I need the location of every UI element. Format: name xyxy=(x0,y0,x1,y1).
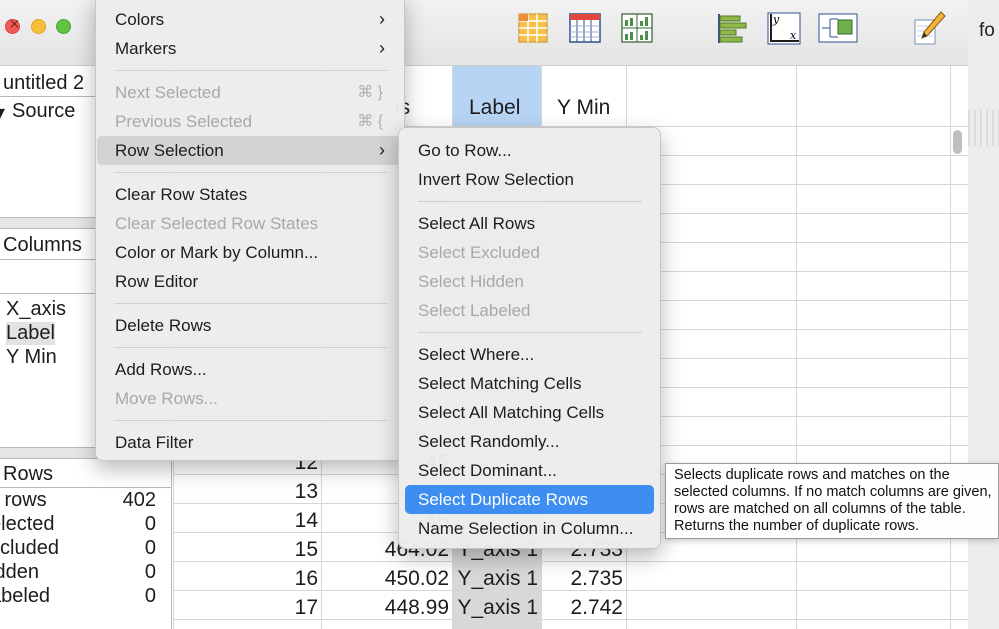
table-icon[interactable] xyxy=(567,10,603,46)
rows-menu: Colors › Markers › Next Selected ⌘ } Previo… xyxy=(95,0,405,461)
menu-item-clear-selected-row-states: Clear Selected Row States xyxy=(115,214,319,233)
rows-stat-hidden: idden0 xyxy=(0,561,156,583)
source-triangle-icon[interactable]: ▾ xyxy=(0,100,5,125)
rows-stat-selected: elected0 xyxy=(0,513,156,535)
menu-item-select-labeled: Select Labeled xyxy=(418,301,531,320)
columns-title: Columns xyxy=(3,234,82,256)
yx-plot-icon[interactable]: y x xyxy=(766,10,802,46)
chevron-right-icon: › xyxy=(379,38,385,58)
menu-item-select-where[interactable]: Select Where... xyxy=(405,340,654,369)
menu-item-row-selection[interactable]: Row Selection › xyxy=(97,136,403,165)
menu-item-select-randomly[interactable]: Select Randomly... xyxy=(405,427,654,456)
menu-item-markers[interactable]: Markers › xyxy=(97,34,403,63)
column-item[interactable]: Y Min xyxy=(6,346,57,369)
menu-item-select-duplicate-rows[interactable]: Select Duplicate Rows xyxy=(405,485,654,514)
row-selection-submenu: Go to Row... Invert Row Selection Select… xyxy=(398,127,661,549)
x-axis-cell[interactable]: 448.99 xyxy=(323,596,449,620)
table-title: untitled 2 xyxy=(3,72,85,94)
pencil-icon[interactable] xyxy=(911,10,947,46)
menu-item-select-excluded: Select Excluded xyxy=(418,243,540,262)
menu-item-move-rows: Move Rows... xyxy=(115,389,218,408)
column-item-selected[interactable]: Label xyxy=(6,322,55,345)
menu-item-row-editor[interactable]: Row Editor xyxy=(97,267,403,296)
menu-item-name-selection-in-column[interactable]: Name Selection in Column... xyxy=(405,514,654,543)
rows-stat-labeled: abeled0 xyxy=(0,585,156,607)
row-number[interactable]: 13 xyxy=(273,480,318,504)
menu-item-next-selected: Next Selected ⌘ } xyxy=(115,83,383,102)
partition-icon[interactable] xyxy=(818,10,858,46)
menu-item-select-all-rows[interactable]: Select All Rows xyxy=(405,209,654,238)
vertical-scrollbar[interactable] xyxy=(951,128,963,629)
column-item[interactable]: X_axis xyxy=(6,298,66,321)
bar-list-icon[interactable] xyxy=(714,10,750,46)
label-column-header[interactable]: Label xyxy=(469,96,520,120)
label-cell[interactable]: Y_axis 1 xyxy=(453,567,538,591)
menu-item-tooltip: Selects duplicate rows and matches on th… xyxy=(665,463,999,539)
row-number[interactable]: 15 xyxy=(273,538,318,562)
background-table-fragment xyxy=(968,110,999,146)
x-axis-cell[interactable]: 450.02 xyxy=(323,567,449,591)
menu-item-select-matching-cells[interactable]: Select Matching Cells xyxy=(405,369,654,398)
source-script[interactable]: Source xyxy=(12,100,75,123)
y-min-cell[interactable]: 2.742 xyxy=(542,596,623,620)
svg-text:y: y xyxy=(772,13,780,26)
chevron-right-icon: › xyxy=(379,9,385,29)
menu-item-add-rows[interactable]: Add Rows... xyxy=(97,355,403,384)
menu-item-go-to-row[interactable]: Go to Row... xyxy=(405,136,654,165)
svg-text:x: x xyxy=(790,29,797,42)
rows-title: Rows xyxy=(3,463,54,485)
chevron-right-icon: › xyxy=(379,140,385,160)
rows-panel: Rows ll rows402 elected0 xcluded0 idden0… xyxy=(0,458,172,629)
menu-item-clear-row-states[interactable]: Clear Row States xyxy=(97,180,403,209)
y-min-cell[interactable]: 2.735 xyxy=(542,567,623,591)
row-number[interactable]: 14 xyxy=(273,509,318,533)
menu-item-colors[interactable]: Colors › xyxy=(97,5,403,34)
minimize-window-button[interactable] xyxy=(31,19,46,34)
background-window-text: fo xyxy=(979,20,995,41)
menu-item-invert-row-selection[interactable]: Invert Row Selection xyxy=(405,165,654,194)
menu-item-select-hidden: Select Hidden xyxy=(418,272,524,291)
tabulate-icon[interactable] xyxy=(515,10,551,46)
rows-stat-excluded: xcluded0 xyxy=(0,537,156,559)
menu-item-select-all-matching-cells[interactable]: Select All Matching Cells xyxy=(405,398,654,427)
label-cell[interactable]: Y_axis 1 xyxy=(453,596,538,620)
row-number[interactable]: 17 xyxy=(273,596,318,620)
row-number[interactable]: 16 xyxy=(273,567,318,591)
menu-item-previous-selected: Previous Selected ⌘ { xyxy=(115,112,383,131)
close-window-button[interactable] xyxy=(5,17,20,34)
rows-stat-all: ll rows402 xyxy=(0,489,156,511)
scrollbar-thumb[interactable] xyxy=(953,130,962,154)
menu-item-select-dominant[interactable]: Select Dominant... xyxy=(405,456,654,485)
menu-item-delete-rows[interactable]: Delete Rows xyxy=(97,311,403,340)
y-min-column-header[interactable]: Y Min xyxy=(557,96,610,120)
data-grid-icon[interactable] xyxy=(619,10,655,46)
zoom-window-button[interactable] xyxy=(56,19,71,34)
menu-item-data-filter[interactable]: Data Filter xyxy=(97,428,403,457)
menu-item-color-or-mark-by-column[interactable]: Color or Mark by Column... xyxy=(97,238,403,267)
